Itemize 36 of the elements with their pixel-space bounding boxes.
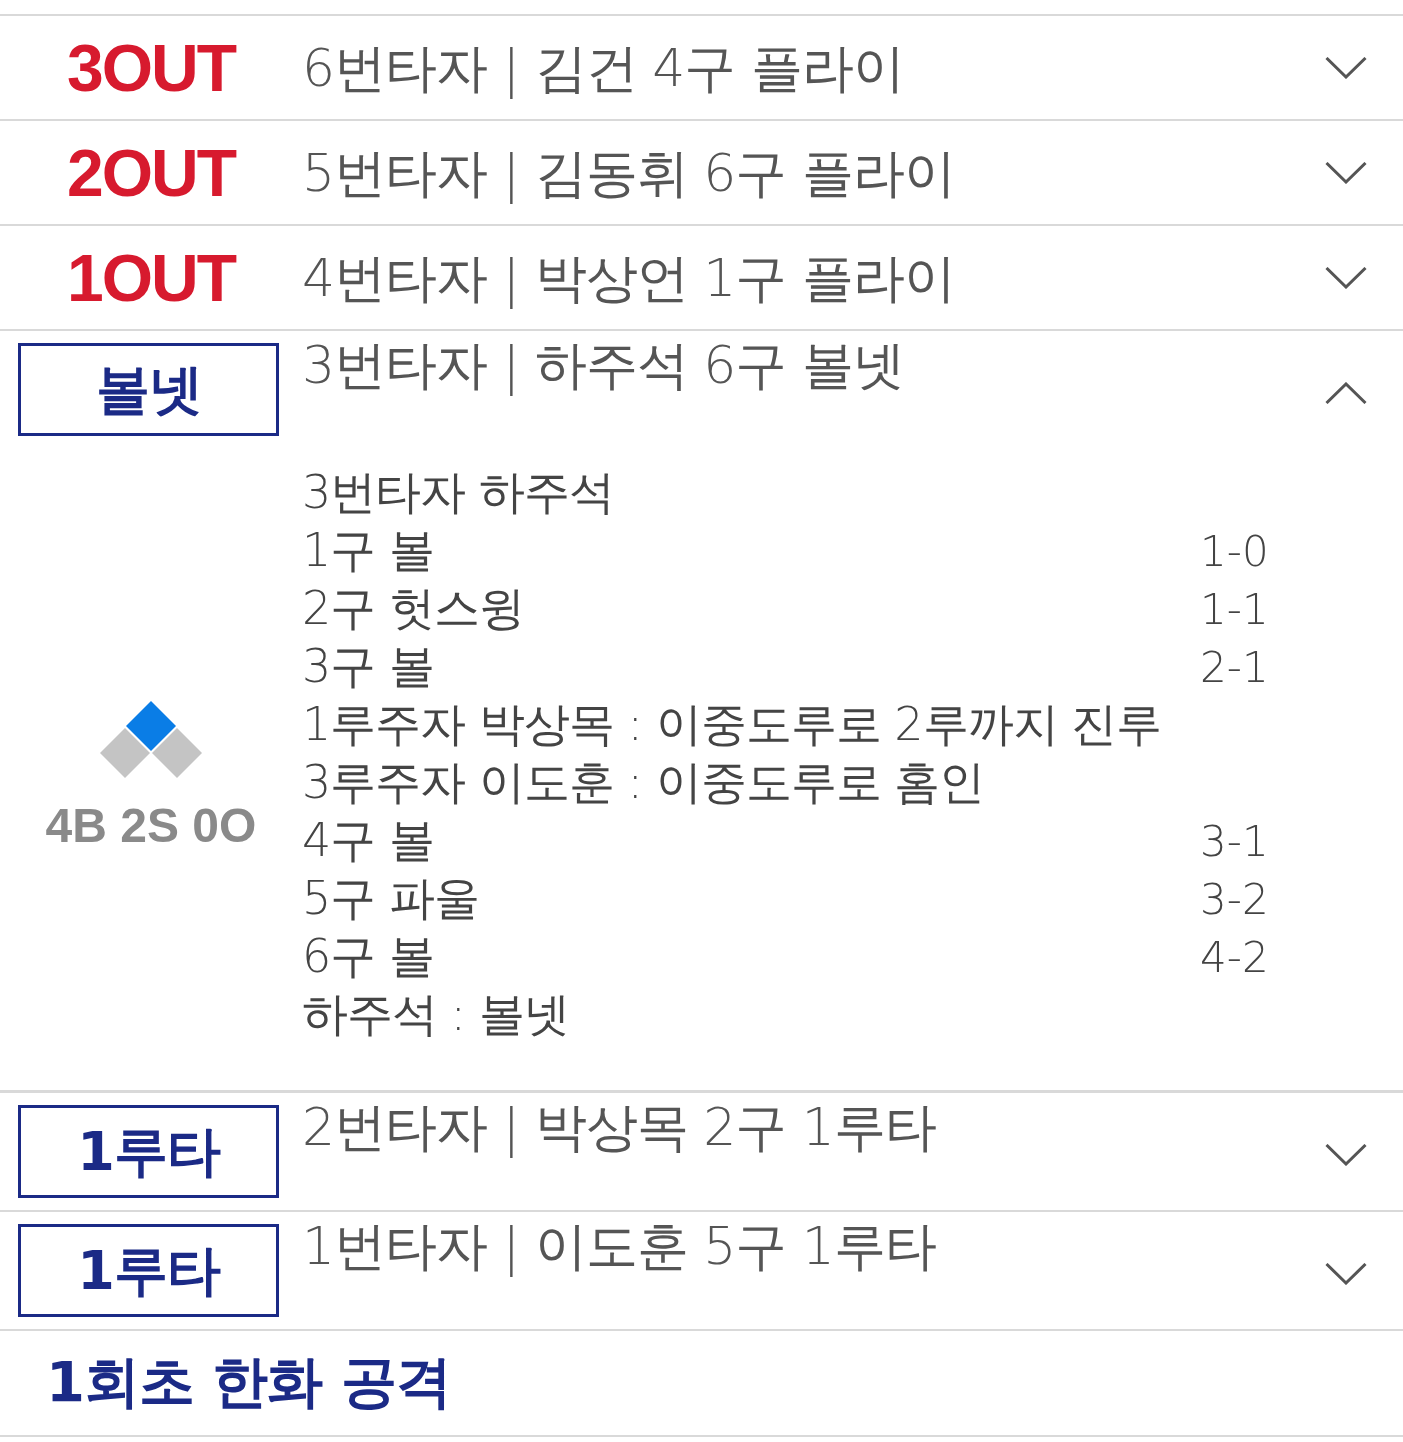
pitch-detail: 5구 파울 (302, 870, 479, 927)
pitch-detail: 3번타자 하주석 (302, 464, 614, 521)
pitch-count: 4-2 (1200, 932, 1269, 982)
pitch-detail: 1루주자 박상목 : 이중도루로 2루까지 진루 (302, 696, 1162, 753)
ball-count: 4B 2S 0O (45, 802, 257, 850)
pitch-detail: 1구 볼 (302, 522, 434, 579)
chevron-down-icon[interactable] (1325, 1263, 1367, 1285)
pitch-count: 2-1 (1200, 642, 1269, 692)
chevron-down-icon[interactable] (1325, 161, 1367, 184)
pitch-count: 3-1 (1200, 816, 1269, 866)
out-count-label: 1OUT (67, 244, 235, 311)
pitch-count: 1-1 (1200, 584, 1269, 634)
pitch-detail: 6구 볼 (302, 928, 434, 985)
out-count-label: 2OUT (67, 139, 235, 206)
pitch-count: 1-0 (1200, 526, 1269, 576)
result-badge: 볼넷 (18, 343, 279, 436)
pitch-detail: 3루주자 이도훈 : 이중도루로 홈인 (302, 754, 985, 811)
play-summary: 4번타자 | 박상언 1구 플라이 (302, 247, 956, 308)
play-summary: 6번타자 | 김건 4구 플라이 (302, 37, 905, 98)
pitch-detail: 4구 볼 (302, 812, 434, 869)
pitch-detail: 2구 헛스윙 (302, 580, 524, 637)
pitch-detail: 3구 볼 (302, 638, 434, 695)
chevron-down-icon[interactable] (1325, 56, 1367, 79)
chevron-up-icon[interactable] (1325, 382, 1367, 404)
play-summary: 5번타자 | 김동휘 6구 플라이 (302, 142, 956, 203)
inning-header: 1회초 한화 공격 (46, 1348, 451, 1416)
play-summary: 1번타자 | 이도훈 5구 1루타 (302, 1216, 937, 1276)
play-summary: 2번타자 | 박상목 2구 1루타 (302, 1097, 937, 1157)
chevron-down-icon[interactable] (1325, 1144, 1367, 1166)
out-count-label: 3OUT (67, 34, 235, 101)
pitch-count: 3-2 (1200, 874, 1269, 924)
result-badge: 1루타 (18, 1224, 279, 1317)
pitch-detail: 하주석 : 볼넷 (302, 986, 569, 1043)
result-badge: 1루타 (18, 1105, 279, 1198)
chevron-down-icon[interactable] (1325, 266, 1367, 289)
play-summary: 3번타자 | 하주석 6구 볼넷 (302, 335, 905, 395)
